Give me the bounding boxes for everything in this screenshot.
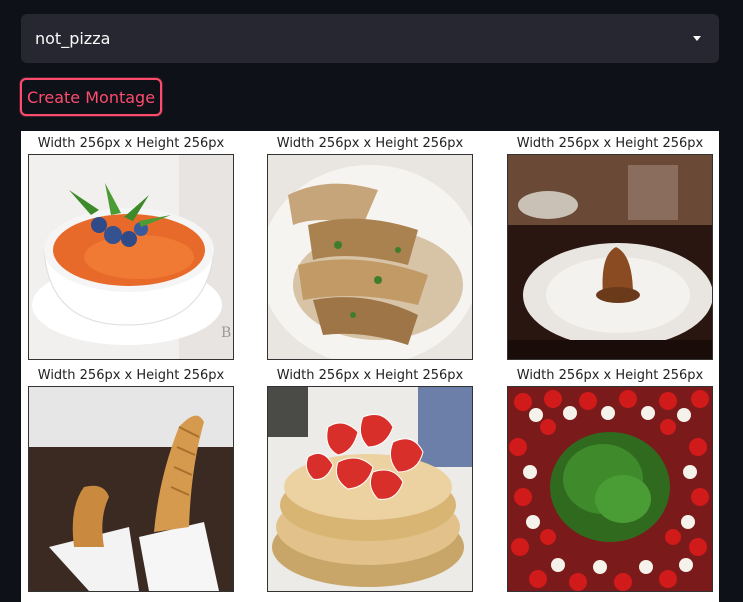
food-image-croquette xyxy=(507,154,713,360)
food-image-dumplings xyxy=(267,154,473,360)
category-select-value: not_pizza xyxy=(35,29,111,48)
category-select[interactable]: not_pizza xyxy=(21,14,719,63)
image-caption: Width 256px x Height 256px xyxy=(37,368,225,383)
image-caption: Width 256px x Height 256px xyxy=(516,136,704,151)
food-image-churros xyxy=(28,386,234,592)
image-caption: Width 256px x Height 256px xyxy=(276,136,464,151)
image-caption: Width 256px x Height 256px xyxy=(516,368,704,383)
food-image-panna-cotta: B xyxy=(28,154,234,360)
create-montage-button[interactable]: Create Montage xyxy=(20,78,162,116)
food-image-caprese-skewers xyxy=(507,386,713,592)
chevron-down-icon xyxy=(693,36,701,41)
food-image-pancakes xyxy=(267,386,473,592)
image-caption: Width 256px x Height 256px xyxy=(37,136,225,151)
svg-text:B: B xyxy=(221,325,231,341)
image-caption: Width 256px x Height 256px xyxy=(276,368,464,383)
image-montage: Width 256px x Height 256px B Width 256px… xyxy=(21,131,719,602)
